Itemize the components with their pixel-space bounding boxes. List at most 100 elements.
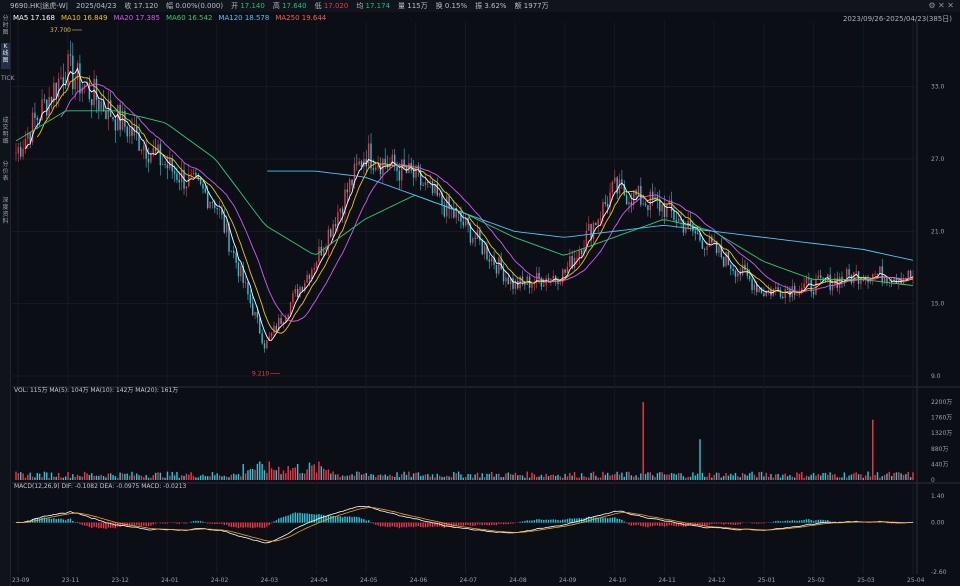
price-tick-label: 21.0: [931, 228, 945, 235]
volume-tick-label: 0: [931, 477, 935, 484]
left-sidebar: 分时图 K线图 TICK 成交明细 分价表 深度资料: [0, 13, 15, 586]
volume-bar: [367, 475, 370, 480]
candle-body: [782, 296, 784, 299]
candle-body: [301, 286, 304, 291]
kline-chart[interactable]: 33.0 27.0 21.0 15.0 9.0 23-09 23-11 23-12 24-01 2…: [12, 22, 960, 586]
volume-bar: [848, 475, 850, 480]
volume-bar: [642, 402, 644, 480]
tab-kline[interactable]: K线图: [1, 43, 10, 69]
candle-body: [597, 219, 599, 226]
volume-bar: [881, 476, 883, 480]
volume-bar: [83, 471, 86, 480]
candle-body: [396, 166, 398, 171]
candle-body: [443, 205, 446, 217]
volume-bar: [777, 473, 779, 480]
volume-bar: [614, 474, 616, 480]
candle-body: [801, 288, 803, 291]
volume-tick-label: 440万: [931, 461, 948, 468]
candle-body: [266, 340, 268, 349]
tab-trade-detail[interactable]: 成交明细: [1, 117, 10, 151]
candle-body: [98, 100, 100, 110]
candle-body: [462, 221, 465, 226]
volume-bar: [879, 477, 881, 480]
candle-body: [140, 150, 143, 152]
price-tick-label: 9.0: [931, 373, 941, 380]
volume-bar: [55, 476, 57, 480]
date-tick-label: 24-10: [609, 577, 627, 584]
candle-body: [17, 147, 20, 154]
volume-bar: [476, 472, 479, 480]
window-controls[interactable]: ⚙ ✕ ✕: [928, 1, 954, 10]
symbol-label[interactable]: 9690.HK|途虎-W|: [10, 1, 68, 11]
volume-bar: [696, 473, 699, 480]
date-tick-label: 24-05: [360, 577, 378, 584]
volume-bar: [874, 475, 876, 480]
date-tick-label: 24-01: [161, 577, 179, 584]
volume-bar: [304, 473, 306, 480]
volume-bar: [464, 476, 467, 480]
candle-body: [507, 277, 509, 285]
candle-body: [431, 181, 434, 194]
volume-bar: [22, 473, 24, 480]
volume-bar: [734, 472, 737, 480]
candle-body: [628, 202, 630, 205]
volume-bar: [292, 467, 294, 480]
turnover-label: 换 0.15%: [435, 2, 468, 10]
volume-bar: [353, 475, 356, 480]
volume-bar: [124, 473, 126, 480]
date-tick-label: 25-03: [857, 577, 875, 584]
candle-body: [72, 55, 74, 90]
candle-body: [313, 268, 315, 270]
candle-body: [218, 208, 221, 210]
volume-bar: [533, 474, 536, 480]
volume-bar: [805, 475, 808, 480]
candle-body: [112, 116, 114, 120]
volume-bar: [836, 477, 838, 480]
candle-body: [644, 203, 647, 206]
volume-bar: [34, 477, 36, 480]
volume-bar: [488, 473, 491, 480]
candle-body: [512, 278, 514, 289]
candle-body: [429, 181, 431, 183]
volume-bar: [758, 472, 760, 480]
candle-body: [502, 269, 505, 282]
candle-body: [850, 275, 853, 284]
candle-body: [43, 99, 46, 101]
volume-bar: [24, 477, 27, 480]
tab-timeshare[interactable]: 分时图: [1, 15, 10, 41]
tab-tick[interactable]: TICK: [1, 75, 15, 109]
volume-bar: [798, 473, 801, 480]
volume-bar: [545, 473, 547, 480]
volume-bar: [183, 475, 185, 480]
volume-bar: [36, 472, 39, 480]
date-tick-label: 24-09: [559, 577, 577, 584]
volume-bar: [228, 477, 230, 480]
volume-bar: [192, 475, 195, 480]
volume-bar: [834, 474, 836, 480]
candle-body: [812, 291, 815, 295]
volume-bar: [446, 475, 448, 480]
candle-body: [15, 153, 17, 155]
volume-bar: [140, 475, 143, 480]
volume-bar: [670, 473, 673, 480]
volume-bar: [907, 471, 909, 480]
candle-body: [412, 170, 415, 178]
candle-body: [796, 294, 798, 296]
volume-bar: [890, 475, 893, 480]
volume-bar: [829, 472, 831, 480]
volume-tick-label: 1320万: [931, 430, 952, 437]
volume-bar: [753, 474, 756, 480]
volume-bar: [448, 476, 450, 480]
volume-bar: [214, 475, 216, 480]
candle-body: [704, 248, 706, 250]
candle-body: [128, 127, 131, 137]
volume-bar: [344, 476, 346, 480]
volume-bar: [573, 471, 576, 480]
candle-body: [569, 256, 571, 267]
volume-bar: [682, 476, 685, 480]
tab-depth[interactable]: 深度资料: [1, 197, 10, 231]
candle-body: [604, 202, 607, 205]
volume-bar: [751, 471, 753, 480]
volume-bar: [441, 476, 443, 480]
tab-price-table[interactable]: 分价表: [1, 161, 10, 189]
